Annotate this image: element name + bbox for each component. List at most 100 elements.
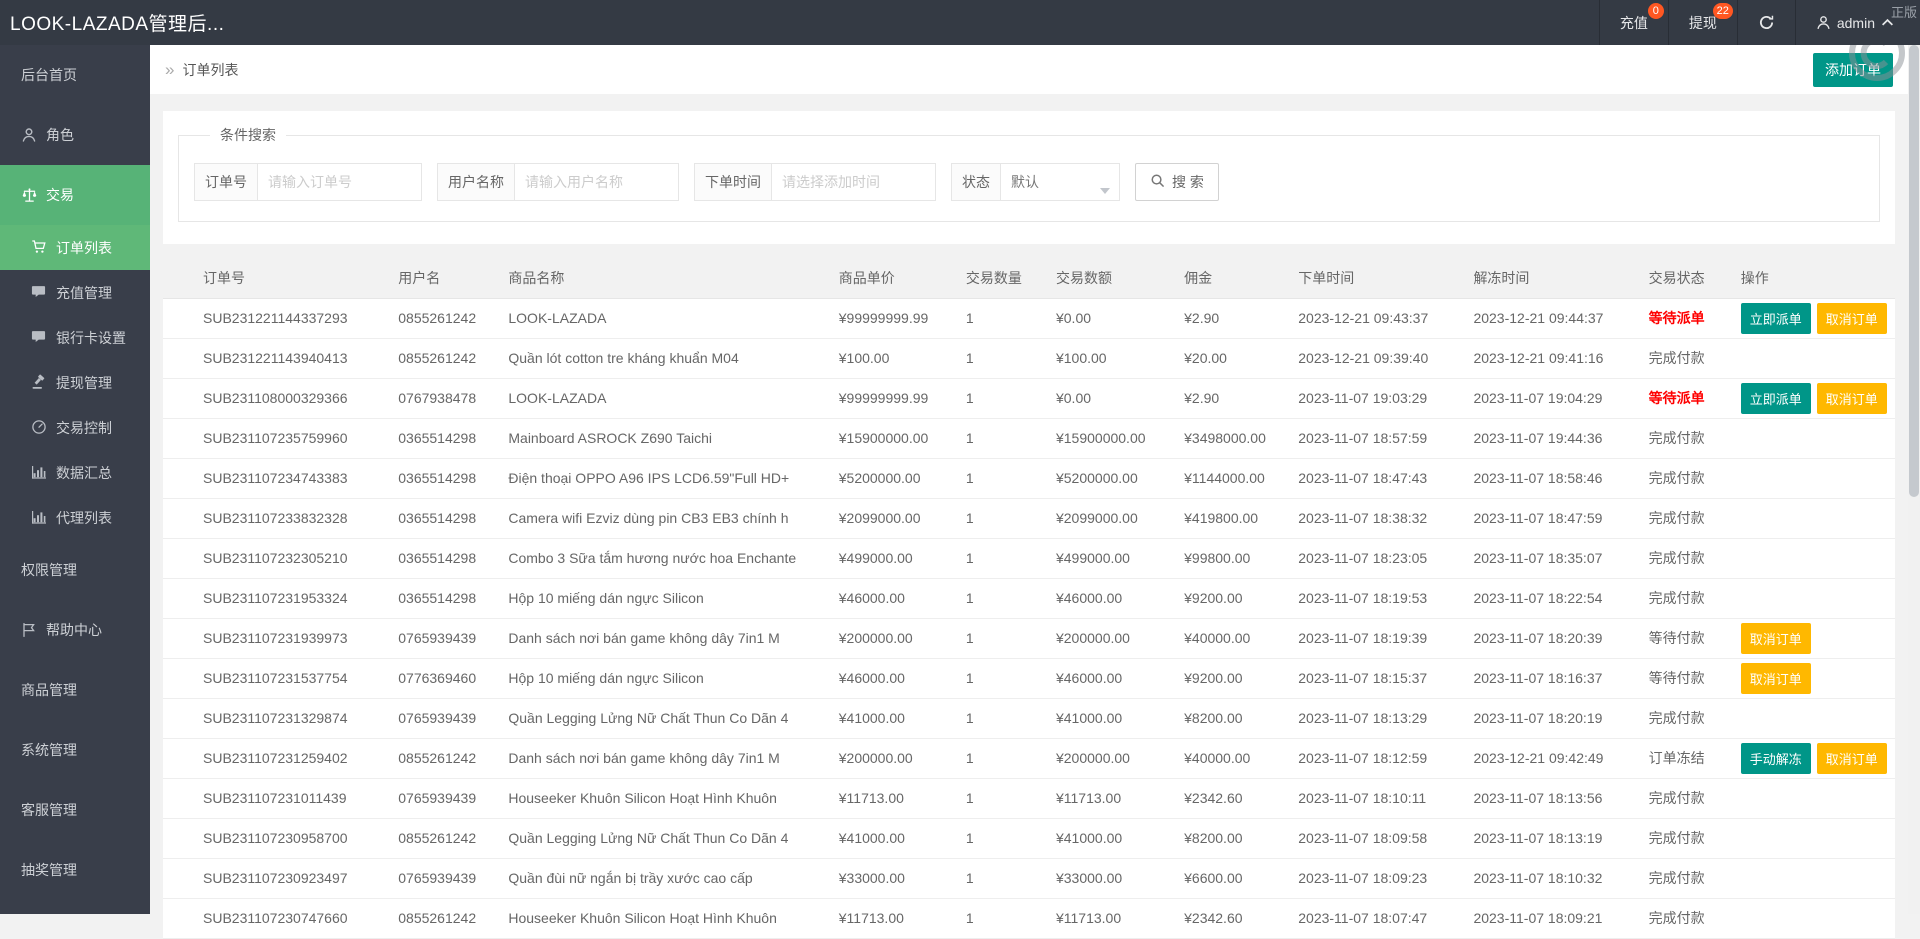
action-button-立即派单[interactable]: 立即派单	[1741, 303, 1811, 334]
unit-price: ¥99999999.99	[829, 378, 956, 418]
action-button-取消订单[interactable]: 取消订单	[1741, 623, 1811, 654]
commission: ¥3498000.00	[1174, 418, 1288, 458]
action-button-取消订单[interactable]: 取消订单	[1741, 663, 1811, 694]
sidebar-item-客服管理[interactable]: 客服管理	[0, 780, 150, 840]
sidebar-item-订单列表[interactable]: 订单列表	[0, 225, 150, 270]
username-cell: 0855261242	[388, 818, 498, 858]
order-row: SUB2311072315377540776369460Hộp 10 miếng…	[163, 658, 1895, 698]
commission: ¥2342.60	[1174, 778, 1288, 818]
order-time: 2023-11-07 18:47:43	[1288, 458, 1463, 498]
sidebar-item-商品管理[interactable]: 商品管理	[0, 660, 150, 720]
sidebar-item-交易控制[interactable]: 交易控制	[0, 405, 150, 450]
column-header: 佣金	[1174, 258, 1288, 298]
action-button-取消订单[interactable]: 取消订单	[1817, 383, 1887, 414]
topbar: LOOK-LAZADA管理后... 充值 0 提现 22 admin	[0, 0, 1920, 45]
column-header: 解冻时间	[1463, 258, 1638, 298]
order-row: SUB2311072309234970765939439Quần đùi nữ …	[163, 858, 1895, 898]
action-button-取消订单[interactable]: 取消订单	[1817, 303, 1887, 334]
sidebar-item-label: 订单列表	[56, 238, 112, 258]
sidebar-item-交易[interactable]: 交易	[0, 165, 150, 225]
trade-amount: ¥11713.00	[1046, 898, 1174, 938]
sidebar-item-label: 抽奖管理	[21, 860, 77, 880]
column-header: 用户名	[388, 258, 498, 298]
order-row: SUB2312211443372930855261242LOOK-LAZADA¥…	[163, 298, 1895, 338]
order-time: 2023-11-07 18:15:37	[1288, 658, 1463, 698]
actions-cell	[1731, 418, 1895, 458]
column-header: 交易状态	[1639, 258, 1731, 298]
flag-icon	[21, 622, 38, 639]
unfreeze-time: 2023-11-07 18:10:32	[1463, 858, 1638, 898]
commission: ¥2.90	[1174, 298, 1288, 338]
transaction-status: 完成付款	[1639, 698, 1731, 738]
actions-cell	[1731, 578, 1895, 618]
search-panel: 条件搜索 订单号用户名称下单时间状态默认 搜 索	[163, 111, 1895, 244]
actions-cell	[1731, 698, 1895, 738]
search-input-订单号[interactable]	[257, 163, 422, 201]
commission: ¥8200.00	[1174, 698, 1288, 738]
sidebar-item-角色[interactable]: 角色	[0, 105, 150, 165]
order-number: SUB231107231011439	[163, 778, 388, 818]
search-input-下单时间[interactable]	[771, 163, 936, 201]
action-button-立即派单[interactable]: 立即派单	[1741, 383, 1811, 414]
column-header: 操作	[1731, 258, 1895, 298]
order-row: SUB2311072307476600855261242Houseeker Kh…	[163, 898, 1895, 938]
transaction-status: 完成付款	[1639, 818, 1731, 858]
trade-qty: 1	[956, 898, 1046, 938]
sidebar-item-充值管理[interactable]: 充值管理	[0, 270, 150, 315]
action-button-取消订单[interactable]: 取消订单	[1817, 743, 1887, 774]
product-name: Hộp 10 miếng dán ngực Silicon	[498, 658, 828, 698]
sidebar-item-系统管理[interactable]: 系统管理	[0, 720, 150, 780]
sidebar-item-label: 交易控制	[56, 418, 112, 438]
sidebar-item-帮助中心[interactable]: 帮助中心	[0, 600, 150, 660]
sidebar-item-label: 权限管理	[21, 560, 77, 580]
order-time: 2023-11-07 18:57:59	[1288, 418, 1463, 458]
actions-cell: 取消订单	[1731, 618, 1895, 658]
bar-chart-icon	[31, 464, 48, 481]
sidebar-item-label: 系统管理	[21, 740, 77, 760]
trade-amount: ¥33000.00	[1046, 858, 1174, 898]
sidebar-item-后台首页[interactable]: 后台首页	[0, 45, 150, 105]
vertical-scrollbar[interactable]	[1908, 45, 1920, 914]
search-input-用户名称[interactable]	[514, 163, 679, 201]
sidebar-item-代理列表[interactable]: 代理列表	[0, 495, 150, 540]
actions-cell	[1731, 458, 1895, 498]
trade-amount: ¥200000.00	[1046, 618, 1174, 658]
trade-qty: 1	[956, 378, 1046, 418]
trade-qty: 1	[956, 338, 1046, 378]
withdraw-menu-item[interactable]: 提现 22	[1668, 0, 1737, 45]
actions-cell	[1731, 858, 1895, 898]
unfreeze-time: 2023-11-07 18:35:07	[1463, 538, 1638, 578]
sidebar-item-银行卡设置[interactable]: 银行卡设置	[0, 315, 150, 360]
trade-amount: ¥11713.00	[1046, 778, 1174, 818]
order-time: 2023-11-07 18:13:29	[1288, 698, 1463, 738]
actions-cell: 立即派单取消订单	[1731, 378, 1895, 418]
search-field-label: 订单号	[194, 163, 257, 201]
username-cell: 0765939439	[388, 858, 498, 898]
sidebar-item-label: 角色	[46, 125, 74, 145]
trade-qty: 1	[956, 458, 1046, 498]
sidebar-item-数据汇总[interactable]: 数据汇总	[0, 450, 150, 495]
column-header: 订单号	[163, 258, 388, 298]
username-cell: 0855261242	[388, 298, 498, 338]
scrollbar-thumb[interactable]	[1909, 45, 1919, 497]
unfreeze-time: 2023-12-21 09:41:16	[1463, 338, 1638, 378]
action-button-手动解冻[interactable]: 手动解冻	[1741, 743, 1811, 774]
recharge-menu-item[interactable]: 充值 0	[1599, 0, 1668, 45]
unfreeze-time: 2023-11-07 18:20:19	[1463, 698, 1638, 738]
refresh-button[interactable]	[1737, 0, 1795, 45]
status-select[interactable]: 默认	[1000, 163, 1120, 201]
commission: ¥2.90	[1174, 378, 1288, 418]
trade-amount: ¥0.00	[1046, 378, 1174, 418]
bar-chart-icon	[31, 509, 48, 526]
sidebar-item-提现管理[interactable]: 提现管理	[0, 360, 150, 405]
unit-price: ¥200000.00	[829, 618, 956, 658]
unfreeze-time: 2023-12-21 09:42:49	[1463, 738, 1638, 778]
search-button[interactable]: 搜 索	[1135, 163, 1219, 201]
unfreeze-time: 2023-11-07 18:20:39	[1463, 618, 1638, 658]
order-row: SUB2312211439404130855261242Quần lót cot…	[163, 338, 1895, 378]
sidebar-item-权限管理[interactable]: 权限管理	[0, 540, 150, 600]
actions-cell: 立即派单取消订单	[1731, 298, 1895, 338]
sidebar-item-抽奖管理[interactable]: 抽奖管理	[0, 840, 150, 900]
transaction-status: 完成付款	[1639, 418, 1731, 458]
table-body: SUB2312211443372930855261242LOOK-LAZADA¥…	[163, 298, 1895, 938]
